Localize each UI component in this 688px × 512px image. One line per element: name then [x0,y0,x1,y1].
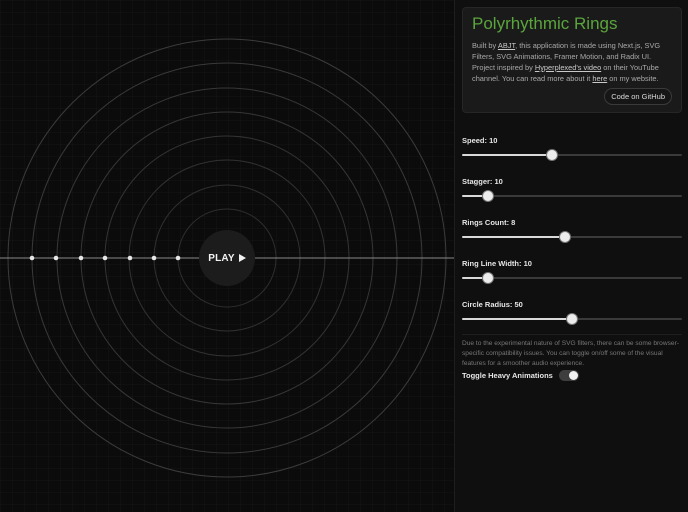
circle-radius-slider-thumb[interactable] [567,314,577,324]
desc-text: on my website. [607,74,659,83]
ring-line-width-slider-thumb[interactable] [483,273,494,283]
ring-line-width-control: Ring Line Width: 10 [462,259,682,289]
rings-count-control: Rings Count: 8 [462,218,682,248]
desc-text: Built by [472,41,498,50]
speed-slider-fill [462,154,553,156]
play-icon [238,254,246,262]
speed-label: Speed: 10 [462,136,498,145]
ring-dot [102,255,108,261]
compatibility-note: Due to the experimental nature of SVG fi… [462,334,682,369]
ring-line-width-slider-track[interactable] [462,277,682,279]
circle-radius-slider-fill [462,318,572,320]
speed-control: Speed: 10 [462,136,682,166]
ring-canvas: PLAY [0,0,454,512]
stagger-slider-track[interactable] [462,195,682,197]
circle-radius-label: Circle Radius: 50 [462,300,523,309]
github-button[interactable]: Code on GitHub [604,88,672,105]
info-card: Polyrhythmic Rings Built by ABJT, this a… [462,7,682,113]
heavy-animations-toggle-row: Toggle Heavy Animations [462,370,579,381]
rings-count-slider-fill [462,236,566,238]
ring-dot [78,255,84,261]
video-link[interactable]: Hyperplexed's video [535,63,601,72]
stagger-slider-thumb[interactable] [483,191,494,201]
ring-dot [175,255,181,261]
stagger-control: Stagger: 10 [462,177,682,207]
ring-dot [127,255,133,261]
rings-count-slider-track[interactable] [462,236,682,238]
speed-slider-track[interactable] [462,154,682,156]
toggle-label: Toggle Heavy Animations [462,371,553,380]
website-link[interactable]: here [592,74,607,83]
stagger-label: Stagger: 10 [462,177,503,186]
ring-dot [53,255,59,261]
switch-knob [568,371,578,380]
author-link[interactable]: ABJT [498,41,515,50]
circle-radius-control: Circle Radius: 50 [462,300,682,330]
heavy-animations-switch[interactable] [558,370,579,381]
rings-count-label: Rings Count: 8 [462,218,516,227]
play-label: PLAY [208,252,235,264]
control-panel: Polyrhythmic Rings Built by ABJT, this a… [454,0,688,512]
rings-count-slider-thumb[interactable] [560,232,571,242]
page-title: Polyrhythmic Rings [472,14,618,33]
description: Built by ABJT, this application is made … [472,40,672,84]
ring-line-width-label: Ring Line Width: 10 [462,259,532,268]
ring-dot [29,255,35,261]
ring-dot [151,255,157,261]
speed-slider-thumb[interactable] [547,150,558,160]
play-button[interactable]: PLAY [199,230,255,286]
